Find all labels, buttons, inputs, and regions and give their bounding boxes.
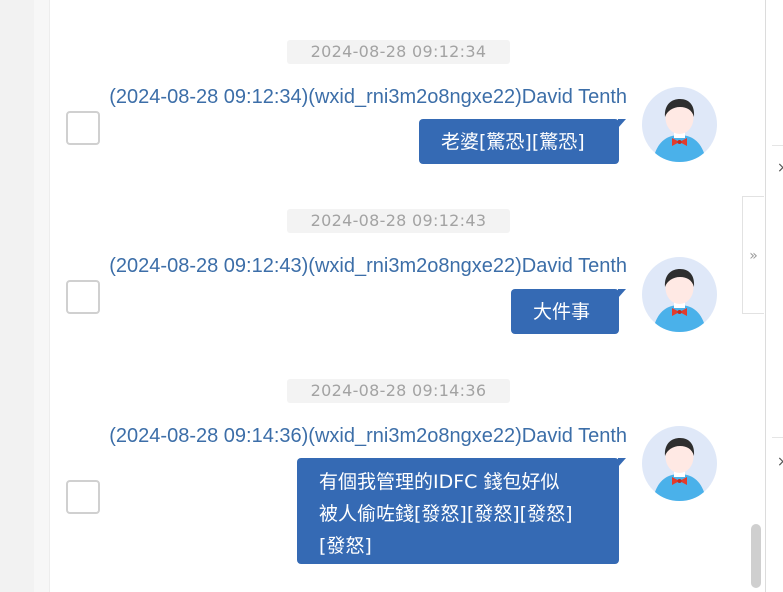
message-timestamp: 2024-08-28 09:14:36 xyxy=(287,379,510,403)
side-panel-rule xyxy=(772,437,783,438)
message-select-checkbox[interactable] xyxy=(66,111,100,145)
left-gutter xyxy=(0,0,34,592)
sender-label: (2024-08-28 09:14:36)(wxid_rni3m2o8ngxe2… xyxy=(109,425,627,447)
left-gutter-edge xyxy=(34,0,50,592)
message-line: [發怒] xyxy=(319,535,372,557)
message-bubble[interactable]: 大件事 xyxy=(511,289,626,334)
message-line: 被人偷咗錢[發怒][發怒][發怒] xyxy=(319,503,573,525)
avatar[interactable] xyxy=(642,87,717,162)
message-bubble[interactable]: 有個我管理的IDFC 錢包好似 被人偷咗錢[發怒][發怒][發怒] [發怒] xyxy=(297,458,626,564)
chat-window: 2024-08-28 09:12:34 (2024-08-28 09:12:34… xyxy=(0,0,783,592)
message-timestamp: 2024-08-28 09:12:34 xyxy=(287,40,510,64)
message-select-checkbox[interactable] xyxy=(66,480,100,514)
avatar[interactable] xyxy=(642,257,717,332)
message-bubble[interactable]: 老婆[驚恐][驚恐] xyxy=(419,119,626,164)
chevron-double-right-icon: » xyxy=(749,248,758,264)
message-timestamp: 2024-08-28 09:12:43 xyxy=(287,209,510,233)
sender-label: (2024-08-28 09:12:43)(wxid_rni3m2o8ngxe2… xyxy=(109,255,627,277)
message-line: 老婆[驚恐][驚恐] xyxy=(441,131,585,153)
sender-label: (2024-08-28 09:12:34)(wxid_rni3m2o8ngxe2… xyxy=(109,86,627,108)
scrollbar-thumb[interactable] xyxy=(751,524,761,588)
message-line: 大件事 xyxy=(533,301,591,323)
side-panel-rule xyxy=(772,145,783,146)
avatar[interactable] xyxy=(642,426,717,501)
message-select-checkbox[interactable] xyxy=(66,280,100,314)
close-icon[interactable]: × xyxy=(777,160,783,176)
message-line: 有個我管理的IDFC 錢包好似 xyxy=(319,471,560,493)
collapse-panel-button[interactable]: » xyxy=(742,196,764,314)
close-icon[interactable]: × xyxy=(777,454,783,470)
right-side-panel xyxy=(766,0,783,592)
